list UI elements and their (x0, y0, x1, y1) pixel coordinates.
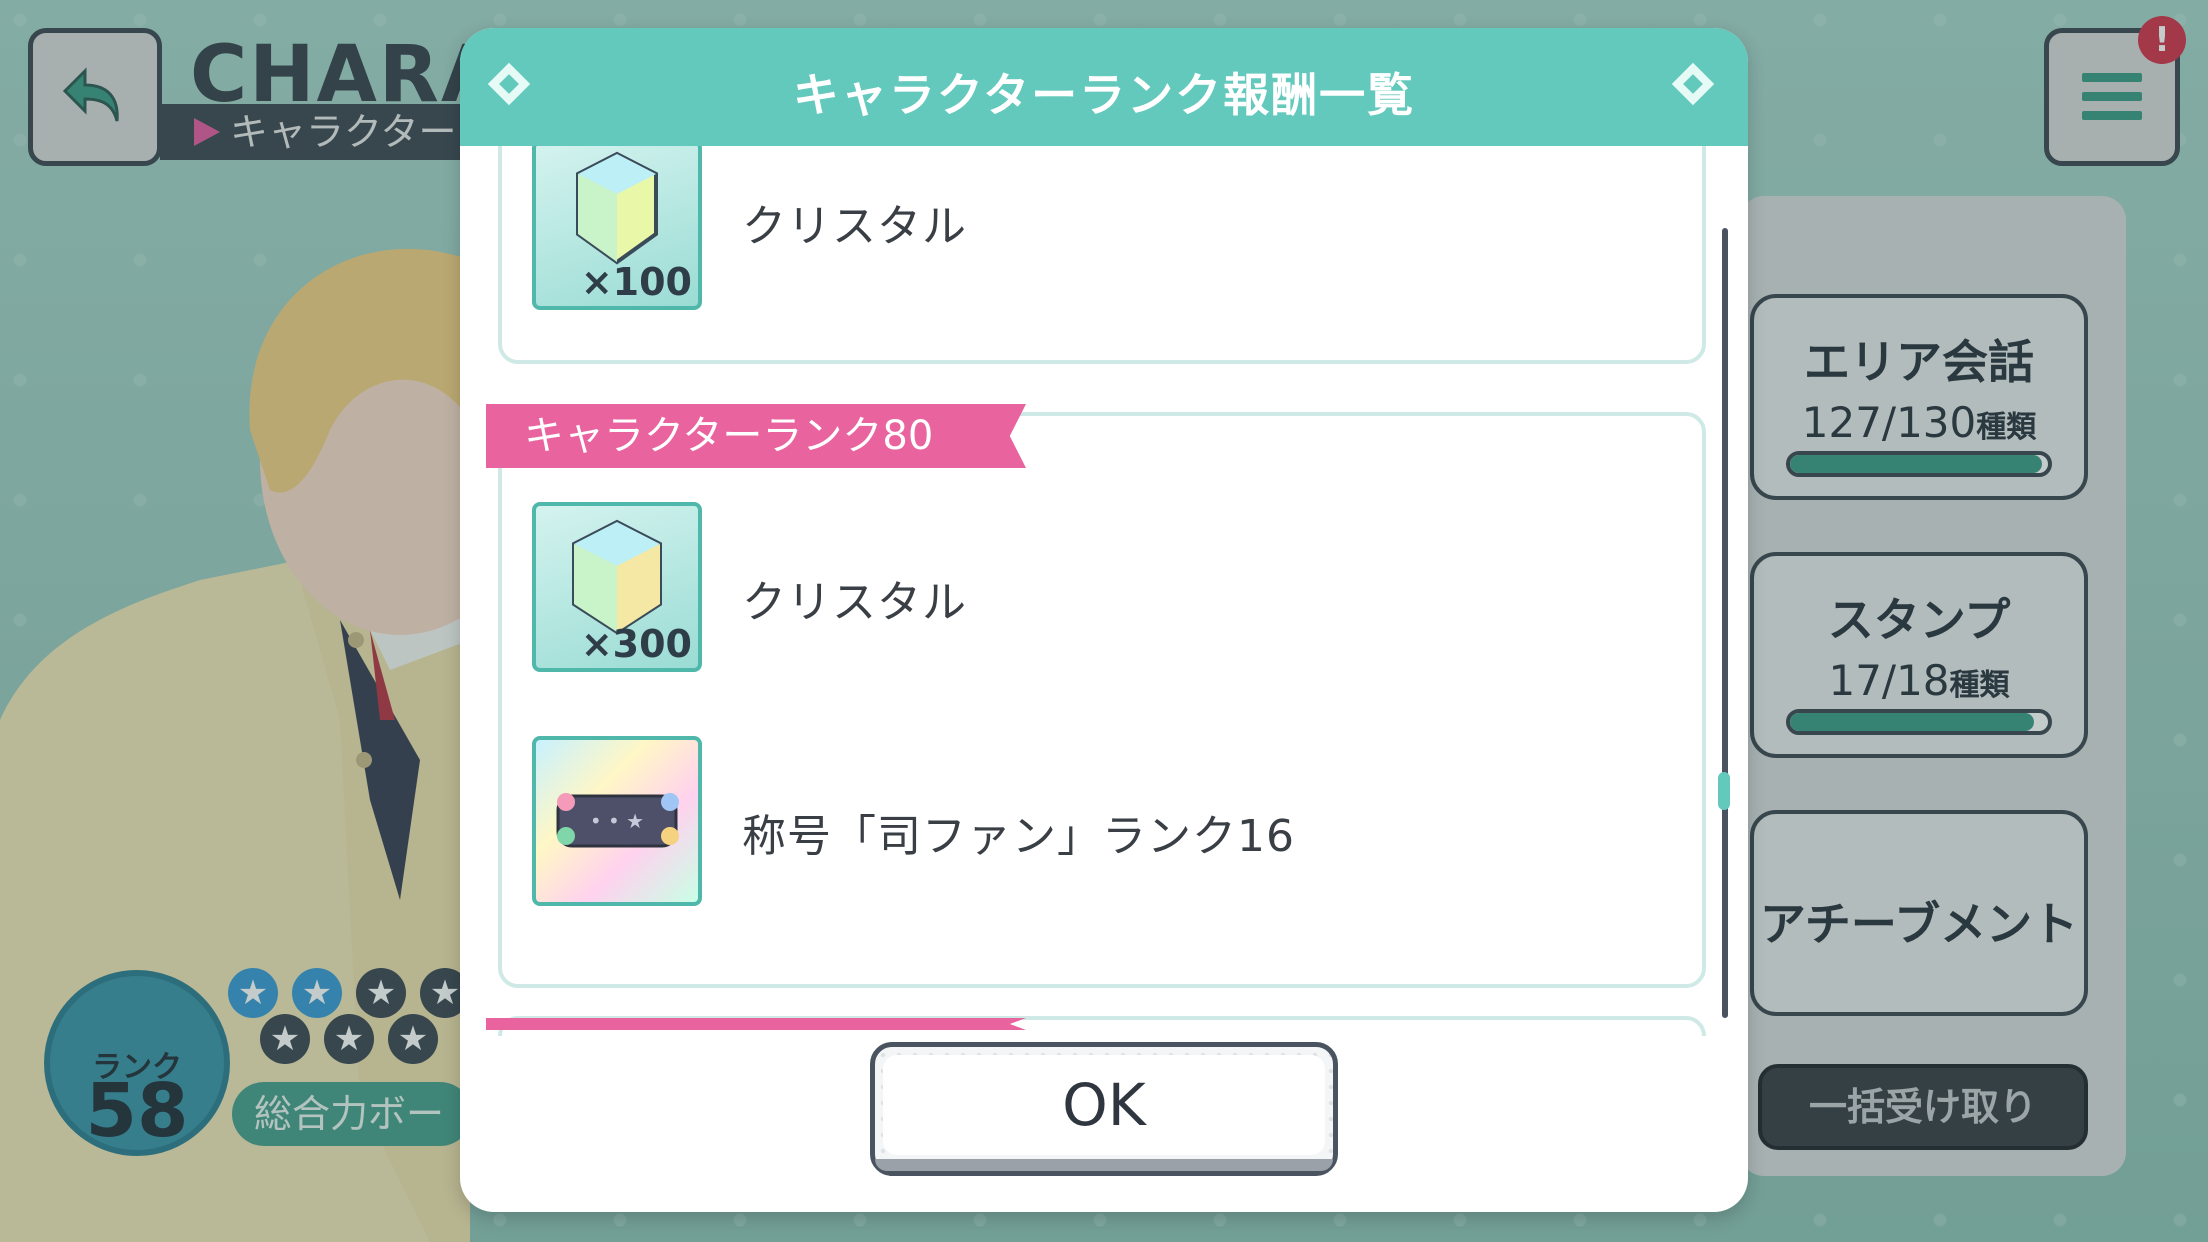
rank-ribbon: キャラクターランク80 (486, 404, 1026, 468)
crystal-icon: ×300 (532, 502, 702, 672)
scrollbar-track[interactable] (1722, 228, 1728, 1018)
reward-group: ×300 クリスタル • • ★ 称号「司ファン」ランク16 (498, 412, 1706, 988)
item-quantity: ×100 (580, 260, 692, 304)
item-quantity: ×300 (580, 622, 692, 666)
reward-group: ×100 クリスタル (498, 146, 1706, 364)
reward-name: クリスタル (742, 201, 967, 252)
title-plate-icon: • • ★ (532, 736, 702, 906)
modal-header: キャラクターランク報酬一覧 (460, 28, 1748, 146)
ok-button-shadow (875, 1159, 1333, 1171)
reward-name: クリスタル (742, 577, 967, 628)
crystal-icon: ×100 (532, 146, 702, 310)
rank-reward-modal: キャラクターランク報酬一覧 ×100 クリスタル ×300 クリスタル • • … (460, 28, 1748, 1212)
reward-name: 称号「司ファン」ランク16 (742, 811, 1295, 862)
rank-ribbon (486, 1018, 1026, 1030)
reward-list[interactable]: ×100 クリスタル ×300 クリスタル • • ★ 称号「司ファン」ランク1… (460, 146, 1748, 1036)
modal-title: キャラクターランク報酬一覧 (792, 68, 1416, 122)
svg-text:• • ★: • • ★ (590, 809, 644, 833)
ok-label: OK (883, 1055, 1325, 1155)
ok-button[interactable]: OK (870, 1042, 1338, 1176)
scrollbar-thumb[interactable] (1718, 772, 1730, 810)
